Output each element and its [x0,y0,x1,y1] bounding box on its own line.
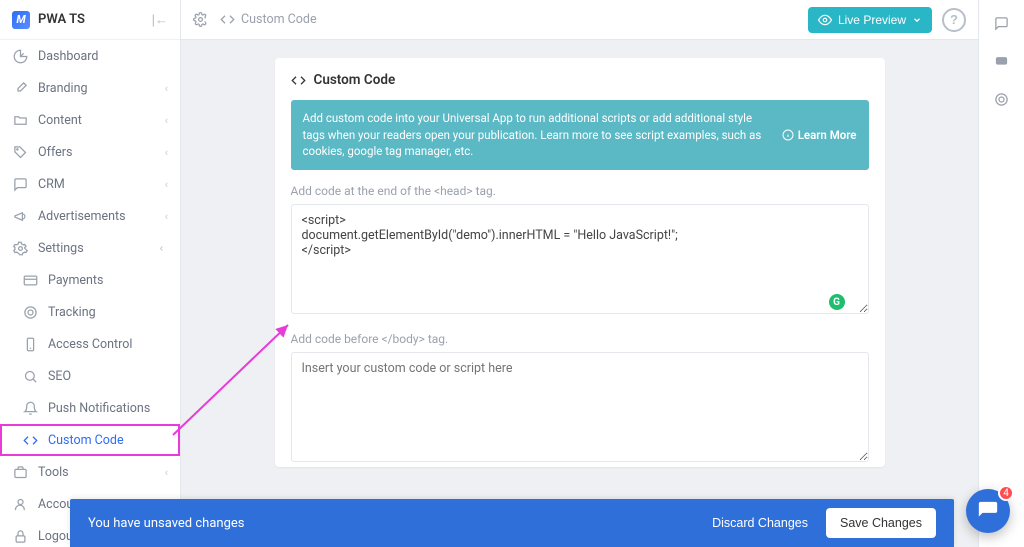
right-rail [978,0,1024,547]
chevron-icon: ‹ [165,210,168,223]
sidebar-item-label: Branding [38,81,165,96]
custom-code-card: Custom Code Add custom code into your Un… [275,58,885,467]
folder-icon [13,113,28,128]
sidebar-item-label: Payments [48,273,168,288]
sidebar-item-access-control[interactable]: Access Control [0,328,180,360]
sidebar-item-label: Dashboard [38,49,168,64]
sidebar: M PWA TS |← DashboardBranding‹Content‹Of… [0,0,181,547]
rail-target-button[interactable] [991,88,1013,110]
topbar: Custom Code Live Preview ? [181,0,978,40]
sidebar-item-crm[interactable]: CRM‹ [0,168,180,200]
bell-icon [23,401,38,416]
unsaved-message: You have unsaved changes [88,516,712,531]
sidebar-item-label: Advertisements [38,209,165,224]
breadcrumb-label: Custom Code [241,12,317,27]
sidebar-item-label: Content [38,113,165,128]
chevron-icon: ‹ [165,114,168,127]
chevron-icon: ⌄ [157,243,170,252]
sidebar-item-label: Custom Code [48,433,168,448]
sidebar-collapse-button[interactable]: |← [152,12,168,27]
code-icon [23,433,38,448]
live-preview-button[interactable]: Live Preview [808,7,932,33]
intercom-launcher[interactable]: 4 [966,489,1010,533]
sidebar-item-settings[interactable]: Settings⌄ [0,232,180,264]
sidebar-item-label: Settings [38,241,159,256]
chevron-icon: ‹ [165,82,168,95]
lock-icon [13,529,28,544]
rail-discord-button[interactable] [991,50,1013,72]
project-name: PWA TS [38,12,152,27]
search-icon [23,369,38,384]
live-preview-label: Live Preview [838,13,906,27]
sidebar-item-label: Tools [38,465,165,480]
rail-comments-button[interactable] [991,12,1013,34]
phone-icon [23,337,38,352]
unsaved-changes-bar: You have unsaved changes Discard Changes… [70,499,954,547]
chat-icon [994,16,1009,31]
sidebar-item-advertisements[interactable]: Advertisements‹ [0,200,180,232]
sidebar-item-tools[interactable]: Tools‹ [0,456,180,488]
code-icon [291,73,306,88]
chevron-icon: ‹ [165,178,168,191]
target-icon [994,92,1009,107]
chat-bubble-icon [977,500,999,522]
chevron-icon: ‹ [165,146,168,159]
sidebar-item-dashboard[interactable]: Dashboard [0,40,180,72]
sidebar-item-payments[interactable]: Payments [0,264,180,296]
discord-icon [994,54,1009,69]
sidebar-item-offers[interactable]: Offers‹ [0,136,180,168]
card-icon [23,273,38,288]
target-icon [23,305,38,320]
body-code-textarea[interactable] [291,352,869,462]
briefcase-icon [13,465,28,480]
save-changes-button[interactable]: Save Changes [826,508,936,538]
banner-text: Add custom code into your Universal App … [303,110,770,160]
sidebar-nav: DashboardBranding‹Content‹Offers‹CRM‹Adv… [0,40,180,547]
card-title: Custom Code [314,72,396,88]
tag-icon [13,145,28,160]
sidebar-item-custom-code[interactable]: Custom Code [0,424,180,456]
megaphone-icon [13,209,28,224]
sidebar-item-push-notifications[interactable]: Push Notifications [0,392,180,424]
sidebar-item-label: SEO [48,369,168,384]
sidebar-item-label: Access Control [48,337,168,352]
gear-icon [13,241,28,256]
content-area: Custom Code Add custom code into your Un… [181,40,978,547]
info-banner: Add custom code into your Universal App … [291,100,869,170]
learn-more-label: Learn More [798,127,857,144]
body-code-label: Add code before </body> tag. [291,332,869,346]
code-icon [220,12,235,27]
head-code-label: Add code at the end of the <head> tag. [291,184,869,198]
eye-icon [818,13,832,27]
sidebar-item-seo[interactable]: SEO [0,360,180,392]
chevron-icon: ‹ [165,466,168,479]
breadcrumb-custom-code[interactable]: Custom Code [220,12,317,27]
gear-icon [193,12,208,27]
info-icon [782,129,794,141]
app-logo: M [12,11,30,29]
user-icon [13,497,28,512]
sidebar-item-label: Tracking [48,305,168,320]
intercom-badge: 4 [998,485,1014,501]
head-code-textarea[interactable] [291,204,869,314]
sidebar-item-content[interactable]: Content‹ [0,104,180,136]
chevron-down-icon [912,15,922,25]
chat-icon [13,177,28,192]
sidebar-item-label: Push Notifications [48,401,168,416]
sidebar-item-label: Offers [38,145,165,160]
help-button[interactable]: ? [942,8,966,32]
sidebar-item-tracking[interactable]: Tracking [0,296,180,328]
discard-changes-button[interactable]: Discard Changes [712,516,808,530]
sidebar-header: M PWA TS |← [0,0,180,40]
learn-more-link[interactable]: Learn More [782,127,857,144]
brush-icon [13,81,28,96]
sidebar-item-label: CRM [38,177,165,192]
sidebar-item-branding[interactable]: Branding‹ [0,72,180,104]
gauge-icon [13,49,28,64]
breadcrumb-home[interactable] [193,12,208,27]
grammarly-icon[interactable]: G [829,294,845,310]
